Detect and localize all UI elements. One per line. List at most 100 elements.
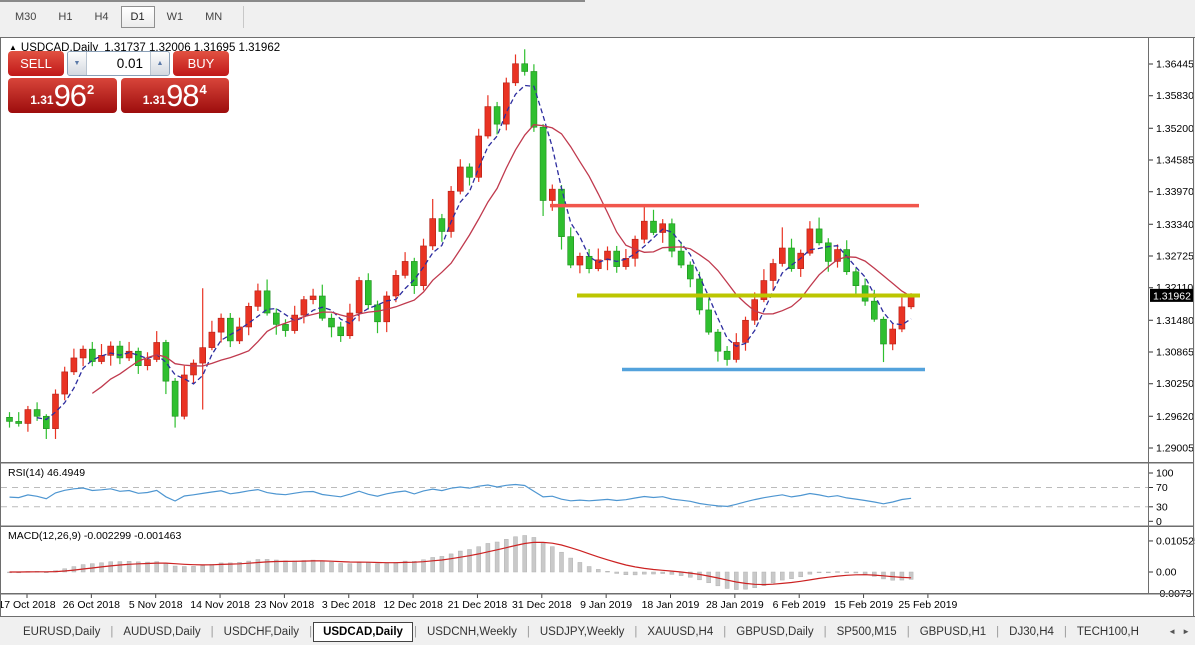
candle xyxy=(843,249,851,273)
sell-button[interactable]: SELL xyxy=(8,51,64,76)
timeframe-button-d1[interactable]: D1 xyxy=(120,6,155,28)
buy-price-base: 1.31 xyxy=(142,93,167,107)
svg-text:6 Feb 2019: 6 Feb 2019 xyxy=(773,599,826,611)
svg-text:12 Dec 2018: 12 Dec 2018 xyxy=(383,599,443,611)
chart-tab-dj30-h4[interactable]: DJ30,H4 xyxy=(1000,622,1063,642)
volume-increase-button[interactable]: ▲ xyxy=(150,52,169,75)
svg-text:1.35200: 1.35200 xyxy=(1156,123,1194,135)
candle xyxy=(438,218,446,232)
svg-text:1.35830: 1.35830 xyxy=(1156,90,1194,102)
one-click-trade-panel: SELL ▼ 0.01 ▲ BUY 1.31 96 2 1.31 98 4 xyxy=(8,51,229,113)
candle xyxy=(420,245,427,286)
svg-text:31 Dec 2018: 31 Dec 2018 xyxy=(512,599,572,611)
chart-tab-audusd-daily[interactable]: AUDUSD,Daily xyxy=(114,622,209,642)
candle xyxy=(171,380,179,417)
tab-scroll-left-icon[interactable]: ◄ xyxy=(1168,627,1176,636)
svg-text:1.31962: 1.31962 xyxy=(1153,290,1191,302)
svg-text:70: 70 xyxy=(1156,482,1168,494)
candle xyxy=(135,350,142,366)
chart-tab-usdchf-daily[interactable]: USDCHF,Daily xyxy=(215,622,308,642)
sell-price-point: 2 xyxy=(87,81,95,97)
chart-tab-usdcnh-weekly[interactable]: USDCNH,Weekly xyxy=(418,622,526,642)
candle xyxy=(650,220,657,233)
candle xyxy=(797,252,805,269)
chart-tab-bar: EURUSD,Daily | AUDUSD,Daily | USDCHF,Daily | U… xyxy=(0,618,1195,645)
candle xyxy=(401,261,409,276)
sell-price-box[interactable]: 1.31 96 2 xyxy=(8,78,117,113)
svg-text:1.31480: 1.31480 xyxy=(1156,315,1194,327)
candle xyxy=(576,255,584,266)
candle xyxy=(61,371,69,395)
timeframe-button-h1[interactable]: H1 xyxy=(48,6,82,28)
macd-indicator-label: MACD(12,26,9) -0.002299 -0.001463 xyxy=(8,530,182,542)
candle xyxy=(484,106,492,137)
candle xyxy=(815,228,823,244)
candle xyxy=(521,63,529,72)
timeframe-button-h4[interactable]: H4 xyxy=(84,6,118,28)
candle xyxy=(272,312,280,325)
volume-decrease-button[interactable]: ▼ xyxy=(68,52,87,75)
candle xyxy=(116,345,124,359)
candle xyxy=(548,188,556,201)
timeframe-button-w1[interactable]: W1 xyxy=(157,6,194,28)
volume-input[interactable]: 0.01 xyxy=(87,52,150,75)
svg-text:1.29620: 1.29620 xyxy=(1156,411,1194,423)
chart-tab-gbpusd-daily[interactable]: GBPUSD,Daily xyxy=(727,622,822,642)
svg-text:23 Nov 2018: 23 Nov 2018 xyxy=(255,599,315,611)
svg-text:17 Oct 2018: 17 Oct 2018 xyxy=(0,599,56,611)
timeframe-button-mn[interactable]: MN xyxy=(195,6,232,28)
svg-text:1.33340: 1.33340 xyxy=(1156,219,1194,231)
chart-tab-sp500-m15[interactable]: SP500,M15 xyxy=(828,622,906,642)
tab-scroll-arrows: ◄ ► xyxy=(1168,618,1190,645)
svg-text:3 Dec 2018: 3 Dec 2018 xyxy=(322,599,376,611)
svg-text:28 Jan 2019: 28 Jan 2019 xyxy=(706,599,764,611)
candle xyxy=(567,236,575,266)
candle xyxy=(898,306,906,330)
chart-tab-usdjpy-weekly[interactable]: USDJPY,Weekly xyxy=(531,622,634,642)
svg-text:14 Nov 2018: 14 Nov 2018 xyxy=(190,599,250,611)
candle xyxy=(493,106,501,125)
candle xyxy=(392,275,400,297)
candle xyxy=(263,290,271,314)
buy-price-box[interactable]: 1.31 98 4 xyxy=(120,78,229,113)
svg-text:26 Oct 2018: 26 Oct 2018 xyxy=(63,599,120,611)
chart-tab-xauusd-h4[interactable]: XAUUSD,H4 xyxy=(638,622,722,642)
candle xyxy=(144,359,151,366)
tab-scroll-right-icon[interactable]: ► xyxy=(1182,627,1190,636)
svg-text:1.30865: 1.30865 xyxy=(1156,347,1194,359)
buy-price-point: 4 xyxy=(199,81,207,97)
buy-button[interactable]: BUY xyxy=(173,51,229,76)
candle xyxy=(429,218,437,247)
svg-text:1.30250: 1.30250 xyxy=(1156,378,1194,390)
svg-text:5 Nov 2018: 5 Nov 2018 xyxy=(129,599,183,611)
candle xyxy=(6,416,13,422)
candle xyxy=(539,126,547,201)
chart-tab-tech100-h[interactable]: TECH100,H xyxy=(1068,622,1148,642)
chart-tab-eurusd-daily[interactable]: EURUSD,Daily xyxy=(14,622,109,642)
svg-text:1.33970: 1.33970 xyxy=(1156,186,1194,198)
candle xyxy=(217,317,225,333)
candle xyxy=(861,285,869,302)
candle xyxy=(456,166,464,192)
candle xyxy=(640,220,648,240)
candle xyxy=(282,324,289,331)
chart-tab-gbpusd-h1[interactable]: GBPUSD,H1 xyxy=(911,622,995,642)
candle xyxy=(199,347,206,364)
candle xyxy=(70,357,78,373)
candle xyxy=(512,63,519,84)
candle xyxy=(227,317,234,342)
candle xyxy=(880,318,887,345)
candle xyxy=(714,331,722,352)
timeframe-toolbar: M30 H1 H4 D1 W1 MN xyxy=(4,5,245,29)
candle xyxy=(52,393,59,429)
candle xyxy=(466,166,473,178)
chart-tab-usdcad-daily[interactable]: USDCAD,Daily xyxy=(313,621,413,642)
svg-text:0.00: 0.00 xyxy=(1156,567,1177,579)
svg-text:15 Feb 2019: 15 Feb 2019 xyxy=(834,599,893,611)
caret-down-icon: ▼ xyxy=(73,60,81,67)
candle xyxy=(15,421,22,424)
candle xyxy=(33,409,41,417)
candle xyxy=(769,263,777,281)
sell-price-base: 1.31 xyxy=(30,93,54,107)
timeframe-button-m30[interactable]: M30 xyxy=(5,6,46,28)
